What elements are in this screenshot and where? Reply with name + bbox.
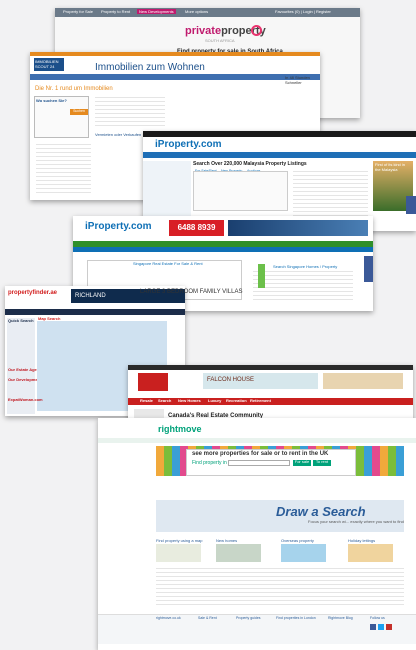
footer-col-6[interactable]: Follow us <box>370 616 385 620</box>
quick-search-heading: Quick Search <box>8 318 34 323</box>
villa-ad-text[interactable]: LARGE 3 BEDROOM FAMILY VILLAS <box>140 289 242 295</box>
youtube-icon[interactable] <box>386 624 392 630</box>
draw-search-subtitle: Focus your search wi... exactly where yo… <box>308 519 404 524</box>
nav-more[interactable]: More options <box>185 9 208 14</box>
main-nav[interactable] <box>98 438 416 443</box>
search-form[interactable] <box>193 171 288 211</box>
search-heading: Wo suchen Sie? <box>36 98 67 103</box>
find-label: Find property in <box>192 460 227 466</box>
search-headline: Search Over 220,000 Malaysia Property Li… <box>193 161 307 167</box>
sidebar-links[interactable] <box>36 144 91 194</box>
feedback-tab[interactable] <box>258 264 265 288</box>
footer-col-4[interactable]: Find properties in London <box>276 616 316 620</box>
propertyfinder-logo[interactable]: propertyfinder.ae <box>8 290 57 296</box>
feedback-tab[interactable] <box>364 256 373 282</box>
twitter-icon[interactable] <box>378 624 384 630</box>
facebook-icon[interactable] <box>370 624 376 630</box>
immobilienscout-logo[interactable]: IMMOBILIEN SCOUT 24 <box>34 58 64 71</box>
nav-recreation[interactable]: Recreation <box>226 398 247 404</box>
col-overseas[interactable]: Overseas property <box>281 538 314 543</box>
overseas-thumbnail[interactable] <box>281 544 326 562</box>
header-ad[interactable] <box>323 373 403 389</box>
to-rent-button[interactable]: To rent <box>313 459 331 466</box>
headline: Die Nr. 1 rund um Immobilien <box>35 86 113 92</box>
login-links[interactable]: Favourites (0) | Login | Register <box>275 9 331 14</box>
logo-subtitle: SOUTH AFRICA <box>205 38 235 43</box>
col-new-homes[interactable]: New homes <box>216 538 237 543</box>
nav-new-dev[interactable]: New Developments <box>137 9 176 14</box>
page-title: Immobilien zum Wohnen <box>95 62 205 73</box>
rightmove-screenshot: rightmove see more properties for sale o… <box>98 418 416 650</box>
footer-col-1[interactable]: rightmove.co.uk <box>156 616 181 620</box>
location-pin-icon <box>251 25 262 36</box>
listing-text <box>253 271 353 301</box>
col-holiday[interactable]: Holiday lettings <box>348 538 375 543</box>
nav-resale[interactable]: Resale <box>140 398 153 404</box>
header-ad[interactable] <box>228 220 368 236</box>
draw-search-title: Draw a Search <box>276 504 366 519</box>
panel-title: Singapore Real Estate For Sale & Rent <box>133 261 203 266</box>
blue-nav[interactable] <box>73 247 373 252</box>
site-logo[interactable] <box>138 373 168 391</box>
iproperty-logo[interactable]: iProperty.com <box>85 221 152 232</box>
rightmove-logo[interactable]: rightmove <box>158 424 202 434</box>
column-links[interactable] <box>156 568 404 608</box>
iproperty-logo[interactable]: iProperty.com <box>155 139 222 150</box>
promo-text: In 48 Stunden Schneller <box>285 75 310 85</box>
nav-sale[interactable]: Property for Sale <box>63 9 93 14</box>
search-title: Search Singapore Homes / Property <box>273 264 338 269</box>
footer-col-2[interactable]: Sale & Rent <box>198 616 217 620</box>
new-homes-thumbnail[interactable] <box>216 544 261 562</box>
top-bar <box>143 131 416 137</box>
side-title: Vermieten oder Verkaufen <box>95 132 142 137</box>
footer-col-5[interactable]: Rightmove Blog <box>328 616 353 620</box>
content-text <box>95 97 165 127</box>
side-ad-text: First of its kind in the Malaysia <box>375 162 406 172</box>
for-sale-button[interactable]: For sale <box>293 459 311 466</box>
expatwoman-ad[interactable]: ExpatWoman.com <box>8 397 43 403</box>
main-menu[interactable] <box>30 74 320 80</box>
phone-banner[interactable]: 6488 8939 <box>169 220 224 236</box>
see-more-heading: see more properties for sale or to rent … <box>192 451 329 457</box>
right-content <box>293 171 368 216</box>
top-bar <box>128 365 413 370</box>
map-thumbnail[interactable] <box>156 544 201 562</box>
footer-col-3[interactable]: Property guides <box>236 616 261 620</box>
feedback-tab[interactable] <box>406 196 416 214</box>
search-button[interactable]: Suchen <box>70 109 88 115</box>
location-input[interactable] <box>228 460 290 466</box>
col-map[interactable]: Find property using a map <box>156 538 202 543</box>
nav-luxury[interactable]: Luxury <box>208 398 221 404</box>
nav-search[interactable]: Search <box>158 398 171 404</box>
left-ad[interactable] <box>143 161 191 216</box>
holiday-thumbnail[interactable] <box>348 544 393 562</box>
nav-retirement[interactable]: Retirement <box>250 398 271 404</box>
top-accent-bar <box>30 52 320 56</box>
main-nav[interactable] <box>143 152 416 158</box>
falcon-house-ad[interactable]: FALCON HOUSE <box>203 373 318 389</box>
main-nav[interactable] <box>5 309 185 315</box>
nav-rent[interactable]: Property to Rent <box>101 9 130 14</box>
nav-new-homes[interactable]: New Homes <box>178 398 201 404</box>
